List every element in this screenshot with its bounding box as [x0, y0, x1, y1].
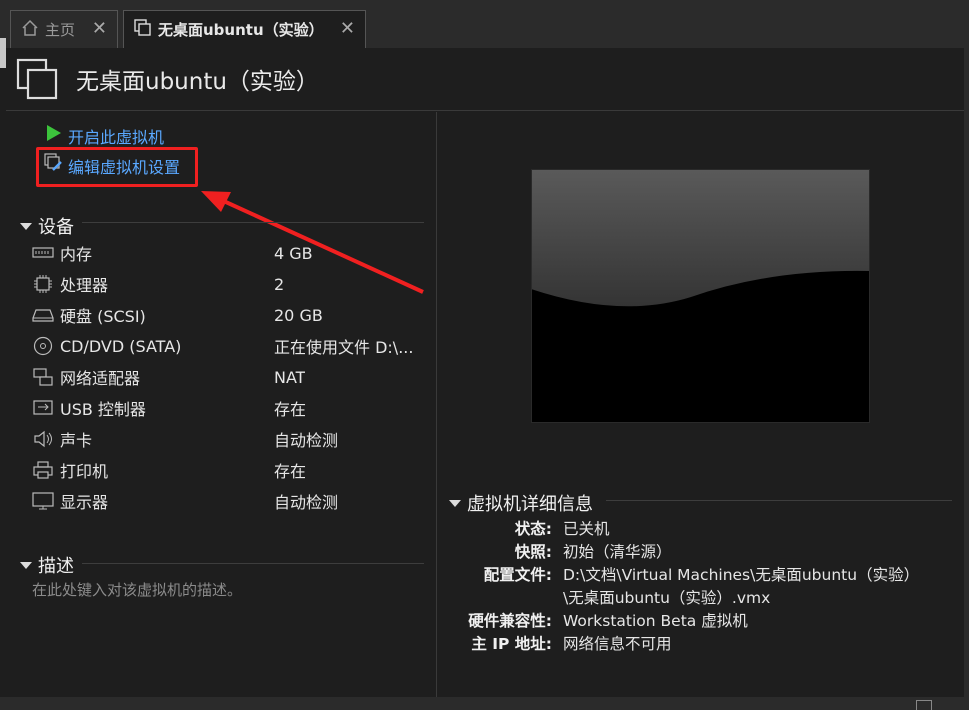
- device-row-cpu[interactable]: 处理器 2: [32, 270, 432, 298]
- device-name: 硬盘 (SCSI): [60, 307, 146, 326]
- tab-vm-label: 无桌面ubuntu（实验）: [158, 21, 324, 39]
- device-name: 内存: [60, 245, 93, 264]
- device-value: 2: [274, 274, 285, 294]
- device-name: 处理器: [60, 276, 109, 295]
- device-value: 4 GB: [274, 243, 313, 263]
- details-section-header[interactable]: 虚拟机详细信息: [449, 490, 593, 516]
- close-icon[interactable]: ✕: [92, 18, 107, 39]
- device-value: 自动检测: [274, 431, 339, 450]
- printer-icon: [32, 461, 54, 479]
- status-bar-icon[interactable]: [916, 700, 932, 710]
- devices-section-title: 设备: [38, 217, 74, 238]
- device-value: 正在使用文件 D:\...: [274, 338, 414, 357]
- description-section-header[interactable]: 描述: [20, 552, 74, 578]
- device-row-network[interactable]: 网络适配器 NAT: [32, 363, 432, 391]
- vm-icon: [134, 18, 152, 41]
- device-row-display[interactable]: 显示器 自动检测: [32, 487, 432, 515]
- home-icon: [21, 19, 39, 41]
- vm-screen-thumbnail[interactable]: [531, 169, 870, 423]
- cd-dvd-icon: [32, 336, 54, 356]
- power-on-link[interactable]: 开启此虚拟机: [68, 124, 164, 148]
- memory-icon: [32, 244, 54, 262]
- detail-value-config-line2: \无桌面ubuntu（实验）.vmx: [563, 589, 771, 607]
- device-row-sound[interactable]: 声卡 自动检测: [32, 425, 432, 453]
- vm-large-icon: [16, 58, 60, 106]
- device-row-usb[interactable]: USB 控制器 存在: [32, 394, 432, 422]
- detail-label-compat: 硬件兼容性:: [468, 612, 552, 630]
- section-divider: [82, 222, 424, 223]
- collapse-triangle-icon[interactable]: [449, 499, 461, 507]
- status-bar: [0, 697, 969, 710]
- devices-section-header[interactable]: 设备: [20, 213, 74, 239]
- section-divider: [82, 563, 424, 564]
- device-name: USB 控制器: [60, 400, 146, 419]
- detail-value-snapshot: 初始（清华源）: [563, 543, 672, 561]
- detail-label-status: 状态:: [514, 520, 552, 538]
- collapse-triangle-icon[interactable]: [20, 561, 32, 569]
- detail-label-ip: 主 IP 地址:: [471, 635, 552, 653]
- device-value: 存在: [274, 400, 307, 419]
- display-icon: [32, 492, 54, 510]
- device-name: 打印机: [60, 462, 109, 481]
- close-icon[interactable]: ✕: [340, 18, 355, 39]
- device-row-hard-disk[interactable]: 硬盘 (SCSI) 20 GB: [32, 301, 432, 329]
- device-name: 声卡: [60, 431, 93, 450]
- tab-home[interactable]: 主页 ✕: [10, 10, 118, 48]
- scroll-gutter: [964, 48, 969, 697]
- usb-icon: [32, 399, 54, 417]
- network-adapter-icon: [32, 368, 54, 386]
- section-divider: [606, 500, 952, 501]
- collapse-triangle-icon[interactable]: [20, 222, 32, 230]
- detail-value-compat: Workstation Beta 虚拟机: [563, 612, 748, 630]
- annotation-highlight-box: [36, 147, 198, 187]
- detail-label-config: 配置文件:: [483, 566, 552, 584]
- device-value: 存在: [274, 462, 307, 481]
- device-row-cd-dvd[interactable]: CD/DVD (SATA) 正在使用文件 D:\...: [32, 332, 432, 360]
- tab-vm[interactable]: 无桌面ubuntu（实验） ✕: [123, 10, 366, 48]
- description-section-title: 描述: [38, 556, 74, 577]
- detail-value-config: D:\文档\Virtual Machines\无桌面ubuntu（实验）: [563, 566, 920, 584]
- page-title: 无桌面ubuntu（实验）: [76, 69, 319, 95]
- play-icon[interactable]: [45, 124, 63, 146]
- details-section-title: 虚拟机详细信息: [467, 494, 593, 515]
- detail-label-snapshot: 快照:: [514, 543, 552, 561]
- device-row-printer[interactable]: 打印机 存在: [32, 456, 432, 484]
- sound-icon: [32, 430, 54, 448]
- device-row-memory[interactable]: 内存 4 GB: [32, 239, 432, 267]
- device-value: 自动检测: [274, 493, 339, 512]
- device-value: 20 GB: [274, 305, 323, 325]
- cpu-icon: [32, 275, 54, 293]
- device-name: 网络适配器: [60, 369, 141, 388]
- device-name: CD/DVD (SATA): [60, 336, 182, 356]
- tab-home-label: 主页: [45, 21, 76, 39]
- device-value: NAT: [274, 367, 306, 387]
- hard-disk-icon: [32, 306, 54, 324]
- detail-value-status: 已关机: [563, 520, 610, 538]
- device-name: 显示器: [60, 493, 109, 512]
- detail-value-ip: 网络信息不可用: [563, 635, 672, 653]
- description-input[interactable]: 在此处键入对该虚拟机的描述。: [32, 579, 242, 600]
